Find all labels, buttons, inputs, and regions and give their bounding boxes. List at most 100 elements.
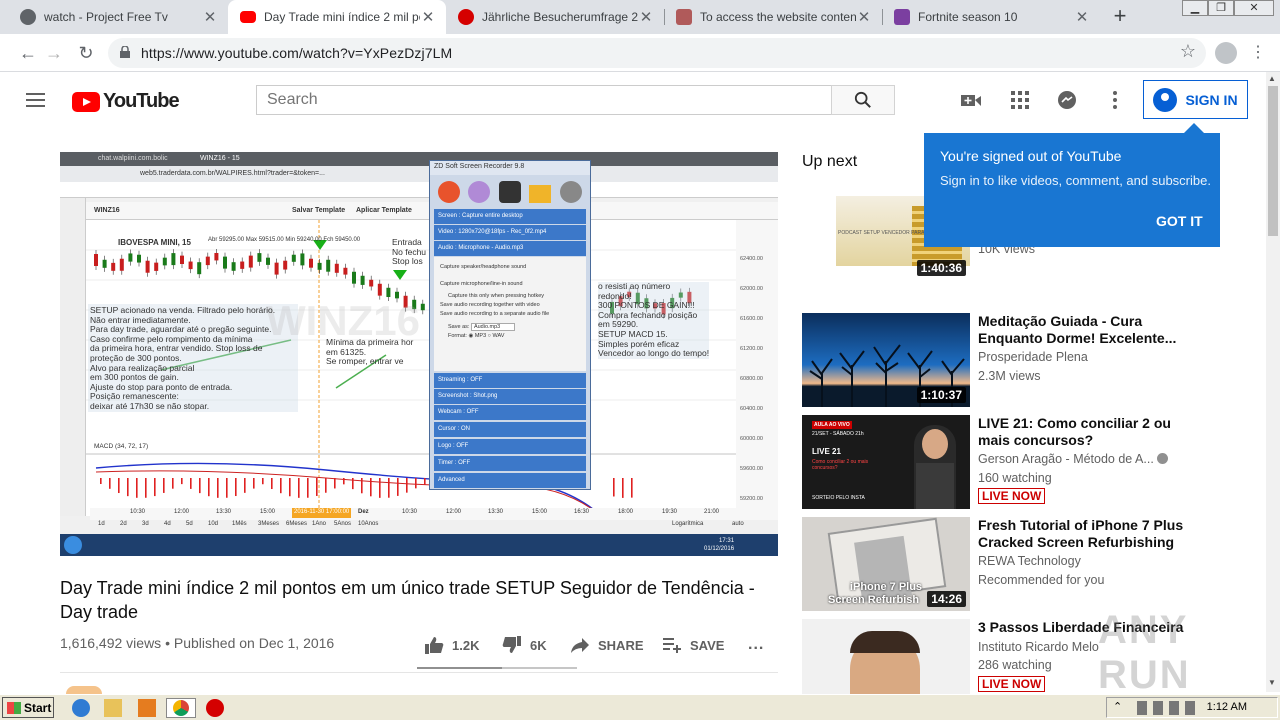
screen-recorder-window: ZD Soft Screen Recorder 9.8 Screen : Cap… [429,160,591,490]
anyrun-watermark: ANY RUN [1098,608,1191,697]
back-icon[interactable]: ← [16,41,40,65]
view-count: 1,616,492 views [60,635,162,651]
recorder-row: Screenshot : Shot.png [434,389,586,404]
explorer-icon[interactable] [104,699,122,717]
apps-grid-icon[interactable] [1009,89,1031,111]
candle [171,253,176,266]
search-icon [854,91,871,108]
messages-icon[interactable] [1056,89,1078,111]
recorder-row: Audio : Microphone - Audio.mp3 [434,241,586,256]
macd-bar [109,478,111,489]
globe-icon [20,9,36,25]
candle [317,262,322,270]
scroll-down-icon[interactable]: ▼ [1268,678,1276,687]
reload-icon[interactable]: ↻ [74,41,98,65]
chrome-menu-icon[interactable]: ⋮ [1250,42,1266,62]
candle [257,253,262,262]
close-tab-icon[interactable]: ✕ [1074,8,1090,26]
video-duration: 1:40:36 [916,260,966,276]
settings-dots-icon[interactable] [1104,89,1126,111]
recorder-row: Webcam : OFF [434,405,586,420]
add-to-playlist-icon [663,638,681,653]
macd-bar [424,478,426,485]
video-thumbnail[interactable]: iPhone 7 Plus Screen Refurbish 14:26 [802,517,970,611]
video-title: Day Trade mini índice 2 mil pontos em um… [60,578,755,622]
start-button[interactable]: Start [2,697,54,718]
up-next-item[interactable]: iPhone 7 Plus Screen Refurbish 14:26 Fres… [802,517,1222,613]
sentiment-bar [417,667,577,669]
candle [326,259,331,272]
scroll-thumb[interactable] [1268,86,1278,236]
tab-project-free-tv[interactable]: watch - Project Free Tv ✕ [8,0,228,34]
youtube-play-icon [72,91,100,112]
tray-icons[interactable] [1137,701,1197,715]
new-tab-button[interactable]: + [1108,5,1132,29]
macd-bar [118,478,120,494]
youtube-logo[interactable]: YouTube [72,90,180,113]
ie-icon[interactable] [72,699,90,717]
candle [274,262,279,275]
close-tab-icon[interactable]: ✕ [202,8,218,26]
divider [60,672,778,673]
dislike-button[interactable]: 6K [502,636,547,654]
macd-bar [361,478,363,494]
search-input[interactable] [257,86,832,114]
like-button[interactable]: 1.2K [424,636,479,654]
macd-bar [631,478,633,498]
signed-out-tooltip: You're signed out of YouTube Sign in to … [924,123,1220,247]
close-tab-icon[interactable]: ✕ [420,8,436,26]
tray-up-icon[interactable]: ⌃ [1113,700,1122,713]
macd-bar [172,478,174,489]
maximize-button[interactable]: ❐ [1208,0,1234,16]
candle [145,260,150,273]
close-window-button[interactable]: ✕ [1234,0,1274,16]
scroll-up-icon[interactable]: ▲ [1268,74,1276,83]
address-bar[interactable]: https://www.youtube.com/watch?v=YxPezDzj… [108,38,1206,68]
alert-app-icon[interactable] [206,699,224,717]
verified-icon [1157,453,1169,464]
channel-name[interactable]: Gerson Aragão - Método de A... [978,452,1169,466]
recorder-row: Timer : OFF [434,456,586,471]
video-player[interactable]: chat.walpiini.com.bolic WINZ16 - 15 web5… [60,152,778,556]
more-actions-button[interactable]: ... [748,636,764,654]
tab-besucherumfrage[interactable]: Jährliche Besucherumfrage 2019 ✕ [446,0,664,34]
tab-website-content[interactable]: To access the website content, ✕ [664,0,882,34]
save-button[interactable]: SAVE [662,636,724,654]
search-button[interactable] [831,85,895,115]
forward-icon[interactable]: → [42,41,66,65]
up-next-item[interactable]: 1:10:37 Meditação Guiada - Cura Enquanto… [802,313,1222,409]
macd-bar [127,478,129,497]
video-title[interactable]: Meditação Guiada - Cura Enquanto Dorme! … [978,313,1198,346]
candle [94,254,98,266]
page-scrollbar[interactable]: ▲ ▼ [1266,72,1280,692]
bookmark-star-icon[interactable]: ☆ [1180,41,1196,62]
recorder-row: Advanced [434,473,586,488]
video-title[interactable]: LIVE 21: Como conciliar 2 ou mais concur… [978,415,1198,448]
sign-in-button[interactable]: SIGN IN [1143,80,1248,119]
video-thumbnail[interactable]: 1:10:37 [802,313,970,407]
got-it-button[interactable]: GOT IT [1156,213,1203,229]
channel-avatar[interactable] [66,686,102,694]
tab-fortnite[interactable]: Fortnite season 10 ✕ [882,0,1100,34]
profile-avatar-icon[interactable] [1215,42,1237,64]
recorder-row: Logo : OFF [434,439,586,454]
create-video-icon[interactable] [960,89,982,111]
media-player-icon[interactable] [138,699,156,717]
close-tab-icon[interactable]: ✕ [638,8,654,26]
tab-day-trade[interactable]: Day Trade mini índice 2 mil ponto ✕ [228,0,446,34]
up-next-item[interactable]: AULA AO VIVO 21/SET - SÁBADO 21h LIVE 21… [802,415,1222,511]
share-button[interactable]: SHARE [570,636,644,654]
minimize-button[interactable]: ▁ [1182,0,1208,16]
channel-name[interactable]: REWA Technology [978,554,1081,568]
video-thumbnail[interactable]: AULA AO VIVO 21/SET - SÁBADO 21h LIVE 21… [802,415,970,509]
chrome-taskbar-button[interactable] [166,698,196,718]
channel-name[interactable]: Instituto Ricardo Melo [978,640,1099,654]
macd-bar [190,478,192,489]
hamburger-menu-icon[interactable] [26,93,45,107]
account-icon [1153,87,1178,112]
macd-bar [154,478,156,497]
channel-name[interactable]: Prosperidade Plena [978,350,1088,364]
publish-date: Published on Dec 1, 2016 [173,635,335,651]
video-title[interactable]: Fresh Tutorial of iPhone 7 Plus Cracked … [978,517,1198,550]
close-tab-icon[interactable]: ✕ [856,8,872,26]
